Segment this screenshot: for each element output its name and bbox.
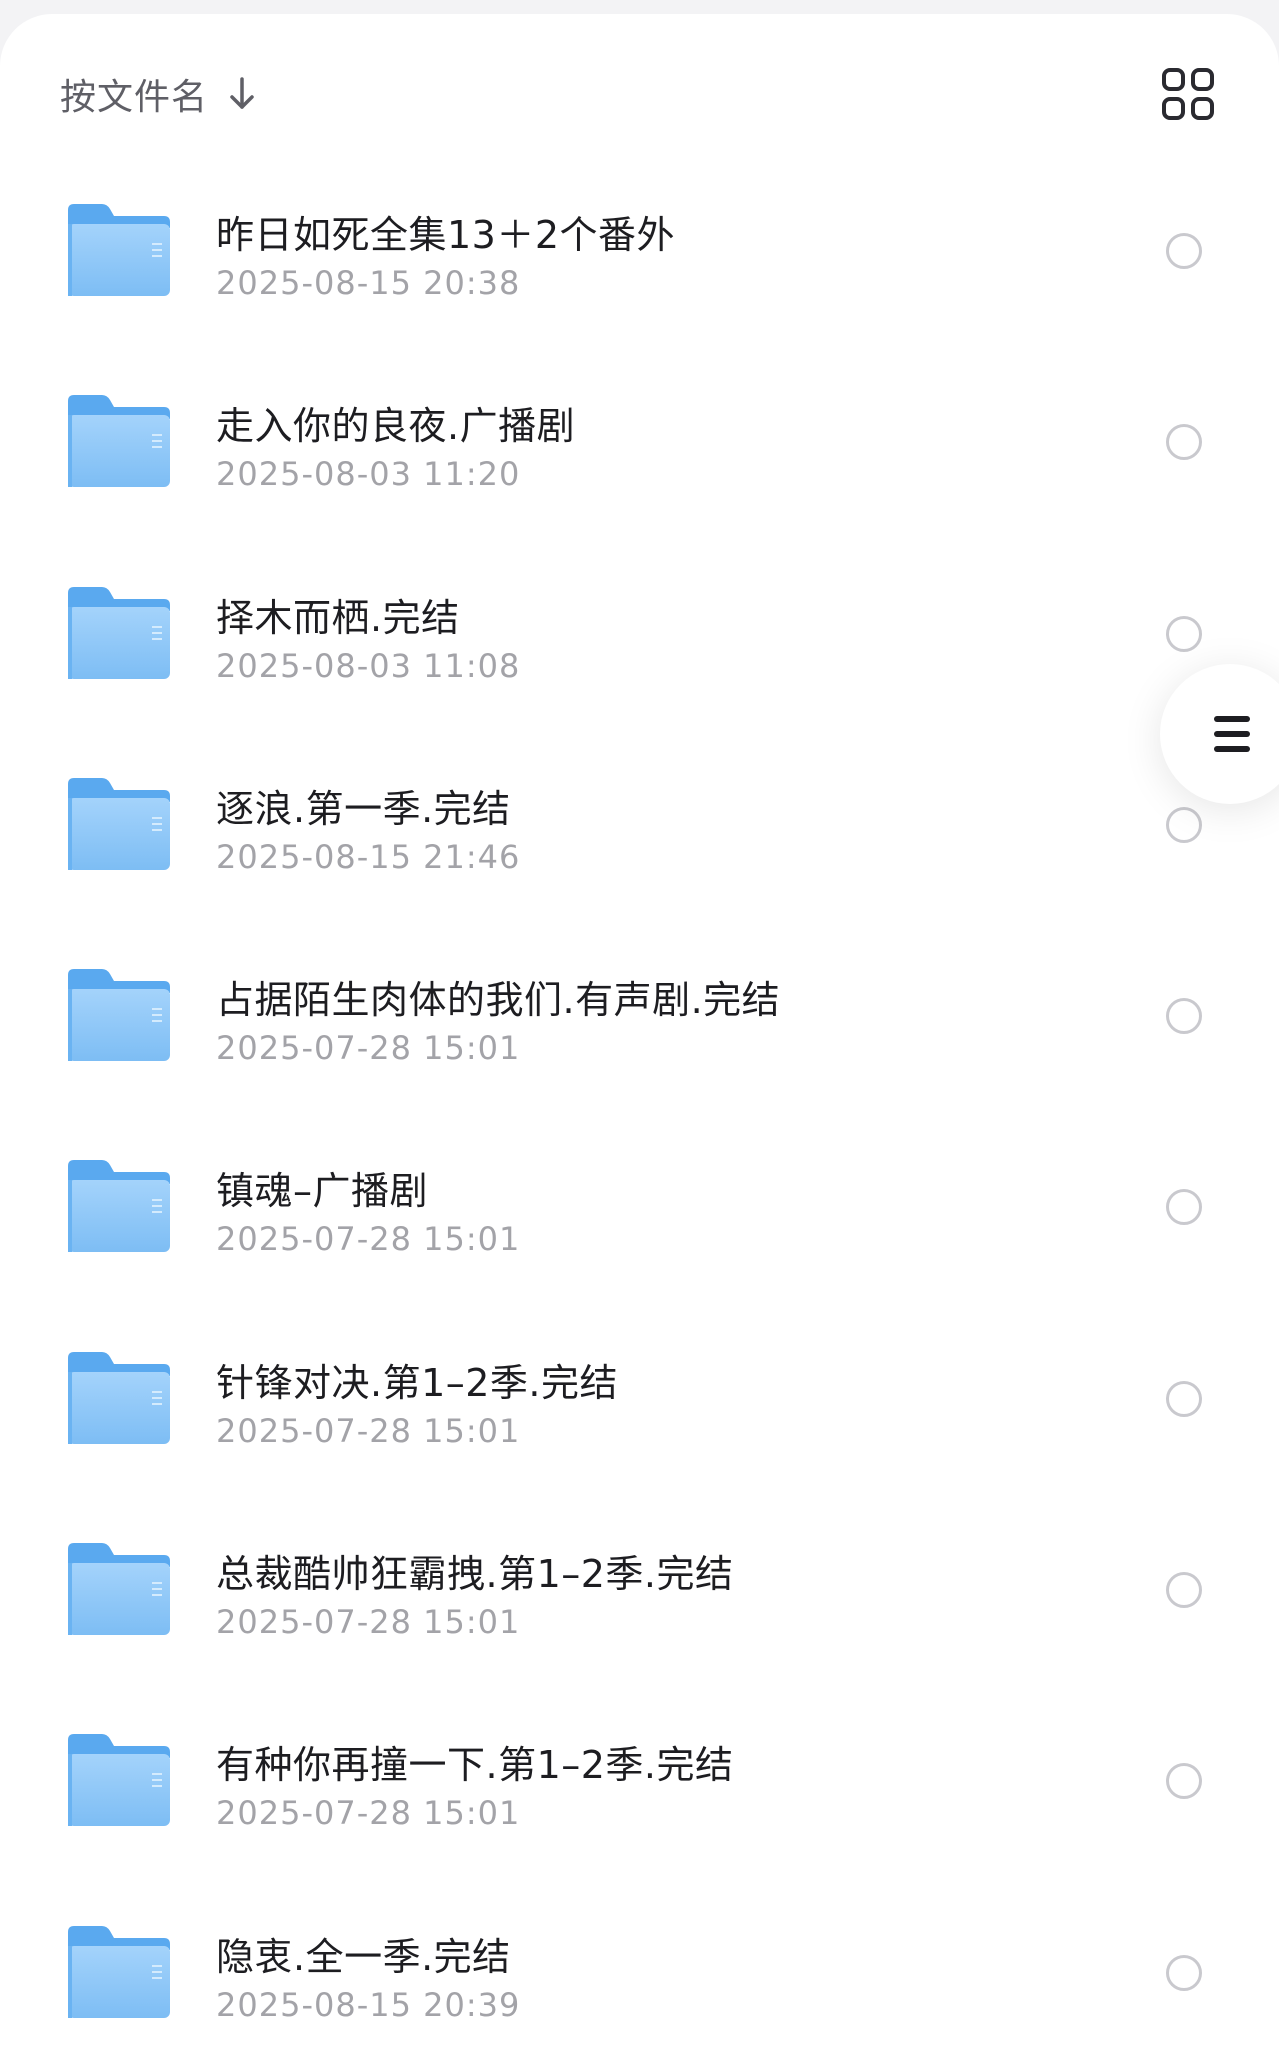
select-radio[interactable] [1166,1380,1202,1417]
folder-row[interactable]: 镇魂–广播剧 2025-07-28 15:01 [0,1120,1279,1311]
select-radio[interactable] [1166,1189,1202,1226]
folder-name: 针锋对决.第1–2季.完结 [216,1360,619,1405]
file-list: 昨日如死全集13＋2个番外 2025-08-15 20:38 走入你的良夜.广播 [0,164,1279,2049]
toolbar: 按文件名 [0,14,1279,164]
folder-name: 占据陌生肉体的我们.有声剧.完结 [216,978,781,1023]
folder-date: 2025-07-28 15:01 [216,1603,521,1642]
folder-name: 择木而栖.完结 [216,595,460,640]
folder-date: 2025-07-28 15:01 [216,1411,521,1450]
folder-icon [64,774,174,874]
folder-row[interactable]: 逐浪.第一季.完结 2025-08-15 21:46 [0,738,1279,929]
folder-name: 走入你的良夜.广播剧 [216,404,576,449]
folder-name: 逐浪.第一季.完结 [216,786,511,831]
folder-icon [64,1730,174,1830]
sort-by-name-button[interactable]: 按文件名 [60,64,256,124]
folder-date: 2025-08-15 21:46 [216,837,521,876]
select-radio[interactable] [1166,1954,1202,1991]
folder-date: 2025-07-28 15:01 [216,1220,521,1259]
folder-icon [64,965,174,1065]
menu-icon-bar [1214,716,1250,722]
folder-name: 总裁酷帅狂霸拽.第1–2季.完结 [216,1552,734,1597]
folder-name: 昨日如死全集13＋2个番外 [216,213,676,257]
file-browser-sheet: 按文件名 昨日如死全集13＋2个番外 2025-08-15 20:38 走入你的… [0,14,1279,2049]
folder-date: 2025-07-28 15:01 [216,1794,521,1833]
folder-row[interactable]: 隐衷.全一季.完结 2025-08-15 20:39 [0,1886,1279,2049]
select-radio[interactable] [1166,233,1202,269]
folder-row[interactable]: 总裁酷帅狂霸拽.第1–2季.完结 2025-07-28 15:01 [0,1503,1279,1694]
folder-row[interactable]: 占据陌生肉体的我们.有声剧.完结 2025-07-28 15:01 [0,929,1279,1120]
select-radio[interactable] [1166,424,1202,461]
folder-date: 2025-08-03 11:08 [216,646,521,685]
folder-date: 2025-08-15 20:38 [216,264,521,302]
folder-row[interactable]: 择木而栖.完结 2025-08-03 11:08 [0,547,1279,738]
folder-name: 有种你再撞一下.第1–2季.完结 [216,1743,734,1788]
menu-icon-bar [1214,731,1250,737]
folder-row[interactable]: 昨日如死全集13＋2个番外 2025-08-15 20:38 [0,164,1279,355]
folder-row[interactable]: 针锋对决.第1–2季.完结 2025-07-28 15:01 [0,1312,1279,1503]
select-radio[interactable] [1166,806,1202,843]
select-radio[interactable] [1166,1572,1202,1609]
folder-icon [64,391,174,491]
grid-view-button[interactable] [1160,66,1216,122]
folder-icon [64,1922,174,2022]
folder-date: 2025-08-03 11:20 [216,455,521,494]
sort-label: 按文件名 [60,77,209,118]
select-radio[interactable] [1166,1763,1202,1800]
folder-icon [64,200,174,300]
folder-date: 2025-07-28 15:01 [216,1029,521,1068]
folder-icon [64,583,174,683]
grid-view-icon [1162,68,1214,120]
arrow-down-icon [230,77,254,109]
folder-icon [64,1539,174,1639]
folder-row[interactable]: 走入你的良夜.广播剧 2025-08-03 11:20 [0,355,1279,546]
select-radio[interactable] [1166,615,1202,652]
select-radio[interactable] [1166,998,1202,1035]
folder-row[interactable]: 有种你再撞一下.第1–2季.完结 2025-07-28 15:01 [0,1694,1279,1885]
folder-icon [64,1348,174,1448]
folder-date: 2025-08-15 20:39 [216,1985,521,2024]
menu-icon-bar [1214,746,1250,752]
folder-name: 隐衷.全一季.完结 [216,1934,511,1979]
folder-name: 镇魂–广播剧 [216,1169,429,1214]
folder-icon [64,1156,174,1256]
